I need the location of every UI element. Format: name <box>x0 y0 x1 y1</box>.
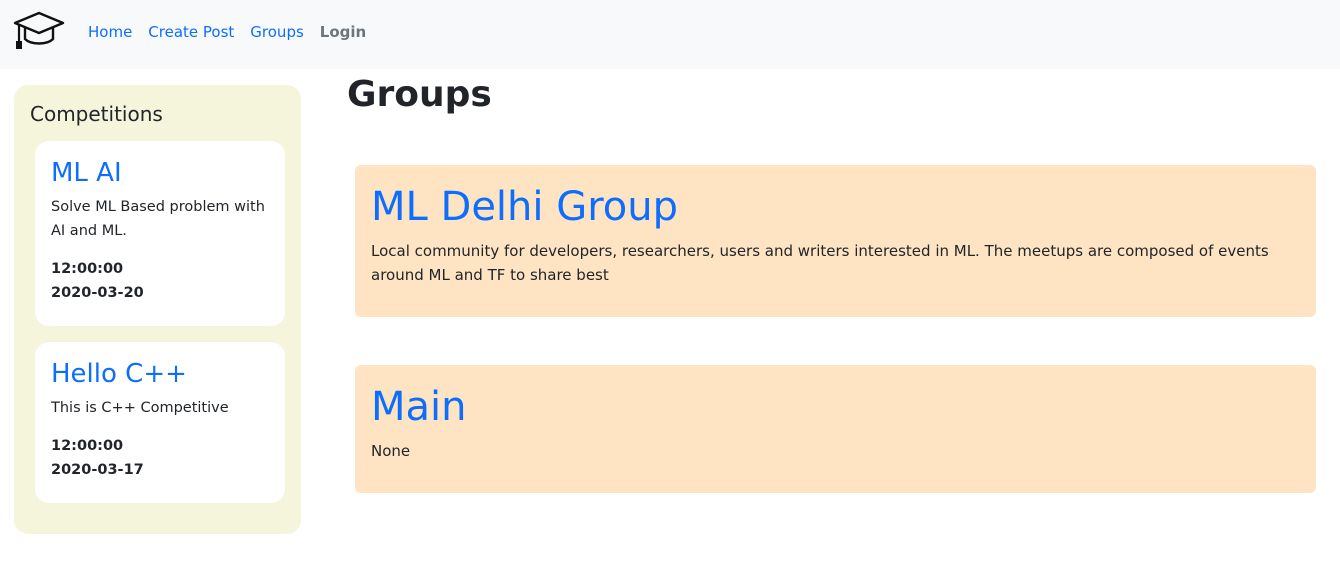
competitions-sidebar: Competitions ML AI Solve ML Based proble… <box>14 85 301 534</box>
nav-login-link[interactable]: Login <box>320 21 366 43</box>
competition-card: Hello C++ This is C++ Competitive 12:00:… <box>35 342 285 503</box>
graduation-cap-icon[interactable] <box>13 11 65 51</box>
nav-create-post-link[interactable]: Create Post <box>148 21 234 43</box>
group-title-link[interactable]: ML Delhi Group <box>371 179 1300 235</box>
group-description: None <box>371 442 411 460</box>
competition-date: 2020-03-17 <box>51 462 144 478</box>
group-title-link[interactable]: Main <box>371 379 1300 435</box>
navbar: Home Create Post Groups Login <box>0 0 1340 69</box>
nav-home-link[interactable]: Home <box>88 21 132 43</box>
competition-title-link[interactable]: ML AI <box>51 157 269 189</box>
competition-card: ML AI Solve ML Based problem with AI and… <box>35 141 285 326</box>
competition-description: Solve ML Based problem with AI and ML. <box>51 199 265 239</box>
page-title: Groups <box>347 74 492 115</box>
competition-description: This is C++ Competitive <box>51 400 229 416</box>
competition-time: 12:00:00 <box>51 438 124 454</box>
competition-title-link[interactable]: Hello C++ <box>51 358 269 390</box>
sidebar-title: Competitions <box>30 102 163 126</box>
nav-groups-link[interactable]: Groups <box>250 21 303 43</box>
group-card: ML Delhi Group Local community for devel… <box>355 165 1316 317</box>
group-description: Local community for developers, research… <box>371 242 1269 284</box>
competition-time: 12:00:00 <box>51 261 124 277</box>
group-card: Main None <box>355 365 1316 493</box>
nav-links: Home Create Post Groups Login <box>88 21 382 43</box>
competition-date: 2020-03-20 <box>51 285 144 301</box>
